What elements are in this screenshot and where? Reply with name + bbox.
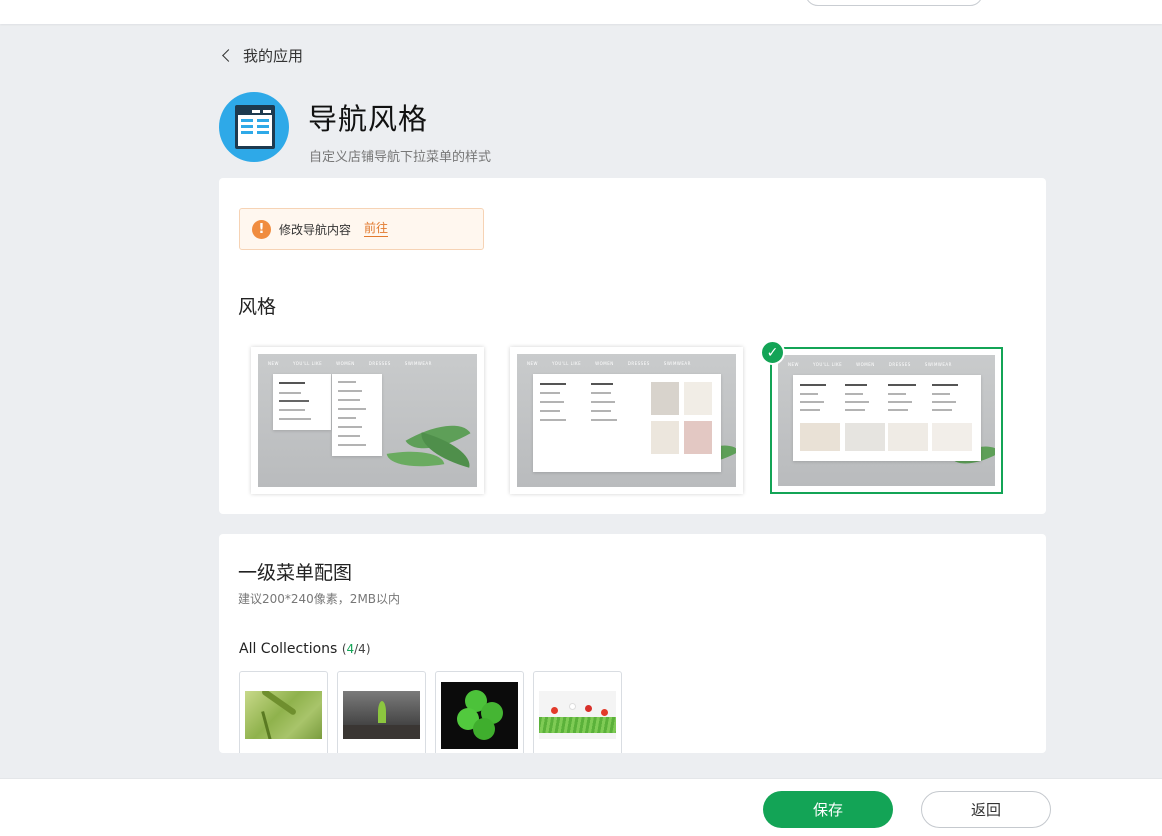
thumb-nav: NEW YOU'LL LIKE WOMEN DRESSES SWIMWEAR <box>527 361 691 366</box>
app-icon <box>219 92 289 162</box>
menu-image-card: 一级菜单配图 建议200*240像素，2MB以内 All Collections… <box>219 534 1046 753</box>
chevron-left-icon <box>222 48 235 62</box>
notice-banner: ! 修改导航内容 前往 <box>239 208 484 250</box>
style-card: ! 修改导航内容 前往 风格 NEW YOU'LL LIKE WOMEN DRESSE… <box>219 178 1046 514</box>
back-link-label: 我的应用 <box>243 46 304 65</box>
exclamation-icon: ! <box>252 219 271 239</box>
selected-check-icon: ✓ <box>760 340 785 365</box>
top-search-pill[interactable] <box>805 0 983 6</box>
thumb-nav: NEW YOU'LL LIKE WOMEN DRESSES SWIMWEAR <box>268 361 432 366</box>
flowers-image <box>539 691 616 739</box>
style-section-title: 风格 <box>238 296 277 318</box>
notice-link[interactable]: 前往 <box>364 221 389 237</box>
page-subtitle: 自定义店铺导航下拉菜单的样式 <box>309 150 492 165</box>
menu-image-hint: 建议200*240像素，2MB以内 <box>238 592 401 606</box>
collection-image-tile[interactable] <box>337 671 426 753</box>
back-button[interactable]: 返回 <box>921 791 1051 828</box>
collection-image-tile[interactable] <box>533 671 622 753</box>
menu-section-title: 一级菜单配图 <box>238 562 353 584</box>
save-button[interactable]: 保存 <box>763 791 893 828</box>
grass-image <box>245 691 322 739</box>
collection-title: All Collections (4/4) <box>239 641 371 657</box>
page-title: 导航风格 <box>308 102 429 136</box>
style-option-dropdown[interactable]: NEW YOU'LL LIKE WOMEN DRESSES SWIMWEAR <box>251 347 484 494</box>
collection-image-tile[interactable] <box>239 671 328 753</box>
top-bar <box>0 0 1162 24</box>
sprout-image <box>343 691 420 739</box>
footer-bar: 保存 返回 <box>0 778 1162 836</box>
style-option-mega-images[interactable]: NEW YOU'LL LIKE WOMEN DRESSES SWIMWEAR <box>510 347 743 494</box>
notice-text: 修改导航内容 <box>279 222 352 237</box>
collection-image-tile[interactable] <box>435 671 524 753</box>
thumb-nav: NEW YOU'LL LIKE WOMEN DRESSES SWIMWEAR <box>788 362 952 367</box>
clover-image <box>441 682 518 749</box>
collection-count: (4/4) <box>341 642 371 656</box>
back-link[interactable]: 我的应用 <box>220 44 303 66</box>
style-option-mega-columns[interactable]: NEW YOU'LL LIKE WOMEN DRESSES SWIMWEAR <box>770 347 1003 494</box>
